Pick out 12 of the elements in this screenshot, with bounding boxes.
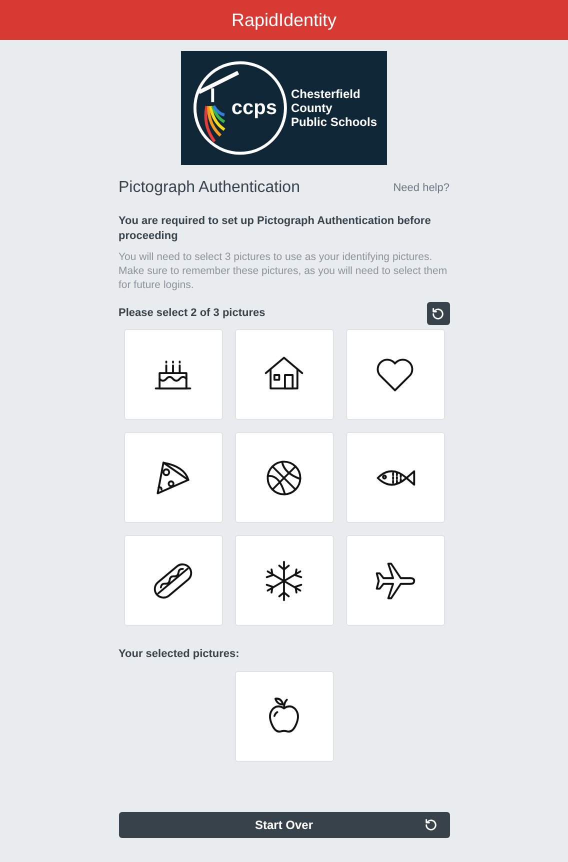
app-title: RapidIdentity: [231, 8, 337, 32]
logo-text: Chesterfield: [290, 87, 362, 101]
page-title: Pictograph Authentication: [118, 178, 300, 198]
help-link[interactable]: Need help?: [393, 180, 450, 196]
logo-text: County: [290, 101, 334, 115]
logo-mark: ccps: [231, 98, 277, 118]
notice-text: You are required to set up Pictograph Authentication before proceeding: [118, 214, 432, 244]
selected-label: Your selected pictures:: [118, 647, 240, 662]
logo-text: Public Schools: [290, 115, 377, 129]
select-prompt: Please select 2 of 3 pictures: [118, 306, 266, 322]
start-over-button[interactable]: Start Over: [118, 812, 450, 838]
description-text: You will need to select 3 pictures to use as your identifying pictures. Make sure to remember these pictures, as you will need to select them for future logins.: [118, 250, 448, 292]
